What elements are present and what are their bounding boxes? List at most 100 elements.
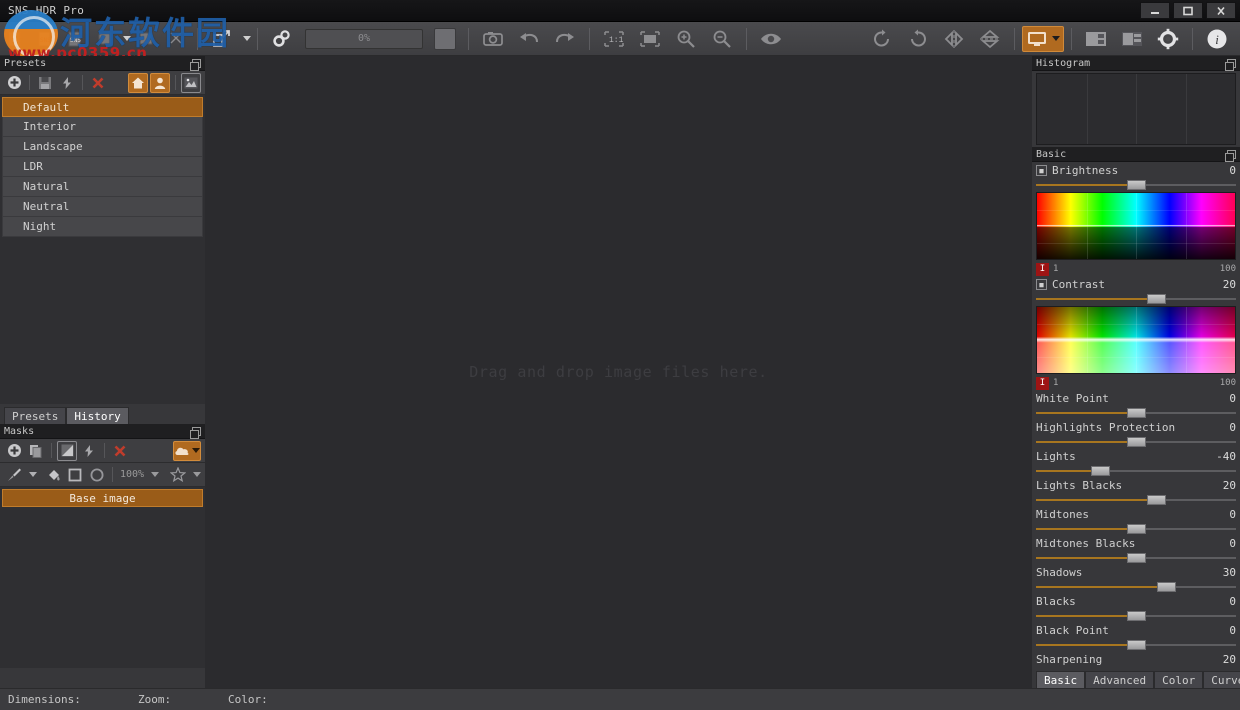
delete-preset-icon[interactable] xyxy=(88,73,108,93)
zoom-in-icon[interactable] xyxy=(669,26,703,52)
camera-icon[interactable] xyxy=(476,26,510,52)
tab-presets[interactable]: Presets xyxy=(4,407,67,424)
refresh-mask-icon[interactable] xyxy=(79,441,99,461)
white-point-slider[interactable] xyxy=(1036,407,1236,418)
brightness-slider-knob[interactable] xyxy=(1127,180,1146,190)
open-sns-icon[interactable]: SNS xyxy=(31,26,59,52)
star-icon[interactable] xyxy=(168,465,188,485)
highlights-protection-slider-knob[interactable] xyxy=(1127,437,1146,447)
image-canvas[interactable]: Drag and drop image files here. xyxy=(205,56,1032,688)
gear-icon[interactable] xyxy=(1151,26,1185,52)
mask-item-base-image[interactable]: Base image xyxy=(2,489,203,507)
save-sns-icon[interactable]: SNS xyxy=(61,26,89,52)
image-presets-icon[interactable] xyxy=(181,72,201,93)
lights-blacks-slider-knob[interactable] xyxy=(1147,495,1166,505)
rectangle-select-icon[interactable] xyxy=(65,465,85,485)
tab-history[interactable]: History xyxy=(66,407,129,424)
contrast-range-badge[interactable]: I xyxy=(1036,376,1049,390)
contrast-slider-knob[interactable] xyxy=(1147,294,1166,304)
invert-mask-icon[interactable] xyxy=(57,440,77,461)
brush-dropdown-icon[interactable] xyxy=(29,472,37,477)
highlights-protection-slider[interactable] xyxy=(1036,436,1236,447)
zoom-actual-icon[interactable]: 1:1 xyxy=(597,26,631,52)
white-point-slider-knob[interactable] xyxy=(1127,408,1146,418)
refresh-preset-icon[interactable] xyxy=(57,73,77,93)
rotate-ccw-icon[interactable] xyxy=(901,26,935,52)
blacks-slider[interactable] xyxy=(1036,610,1236,621)
add-preset-icon[interactable] xyxy=(4,73,24,93)
batch-dropdown-icon[interactable] xyxy=(123,36,131,41)
shadows-slider-knob[interactable] xyxy=(1157,582,1176,592)
undock-presets-icon[interactable] xyxy=(190,58,201,71)
user-presets-icon[interactable] xyxy=(150,72,170,93)
preset-item-natural[interactable]: Natural xyxy=(2,177,203,197)
layout-right-icon[interactable] xyxy=(1115,26,1149,52)
black-point-slider[interactable] xyxy=(1036,639,1236,650)
undo-icon[interactable] xyxy=(512,26,546,52)
midtones-blacks-slider-knob[interactable] xyxy=(1127,553,1146,563)
tab-advanced[interactable]: Advanced xyxy=(1085,671,1155,688)
open-file-icon[interactable]: 1.2 xyxy=(1,26,29,52)
preset-item-default[interactable]: Default xyxy=(2,97,203,117)
shadows-slider[interactable] xyxy=(1036,581,1236,592)
opacity-dropdown-icon[interactable] xyxy=(151,472,160,477)
mask-opacity-value[interactable]: 100% xyxy=(118,469,146,480)
settings-gears-icon[interactable] xyxy=(265,26,299,52)
ellipse-select-icon[interactable] xyxy=(87,465,107,485)
home-presets-icon[interactable] xyxy=(128,72,148,93)
lights-slider[interactable] xyxy=(1036,465,1236,476)
add-mask-icon[interactable] xyxy=(4,441,24,461)
lights-slider-knob[interactable] xyxy=(1091,466,1110,476)
export-dropdown-icon[interactable] xyxy=(243,36,251,41)
brush-icon[interactable] xyxy=(4,465,24,485)
cloud-dropdown-icon[interactable] xyxy=(192,448,200,453)
duplicate-mask-icon[interactable] xyxy=(26,441,46,461)
batch-icon[interactable] xyxy=(91,26,119,52)
reset-contrast-icon[interactable]: ■ xyxy=(1036,279,1047,290)
blacks-slider-knob[interactable] xyxy=(1127,611,1146,621)
undock-masks-icon[interactable] xyxy=(190,426,201,439)
display-mode-icon[interactable] xyxy=(1022,25,1064,52)
minimize-button[interactable] xyxy=(1140,2,1170,19)
midtones-blacks-slider[interactable] xyxy=(1036,552,1236,563)
align-icon[interactable] xyxy=(132,26,160,52)
star-dropdown-icon[interactable] xyxy=(193,472,201,477)
maximize-button[interactable] xyxy=(1173,2,1203,19)
export-icon[interactable] xyxy=(205,26,239,52)
tab-basic[interactable]: Basic xyxy=(1036,671,1086,688)
lights-blacks-slider[interactable] xyxy=(1036,494,1236,505)
stop-icon[interactable] xyxy=(434,27,456,50)
preset-item-neutral[interactable]: Neutral xyxy=(2,197,203,217)
rotate-cw-icon[interactable] xyxy=(865,26,899,52)
contrast-slider[interactable] xyxy=(1036,293,1236,304)
tab-curves[interactable]: Curves xyxy=(1203,671,1240,688)
cloud-mask-icon[interactable] xyxy=(173,440,201,461)
masks-list[interactable]: Base image xyxy=(0,487,205,663)
reset-brightness-icon[interactable]: ■ xyxy=(1036,165,1047,176)
black-point-slider-knob[interactable] xyxy=(1127,640,1146,650)
display-mode-dropdown-icon[interactable] xyxy=(1052,36,1060,41)
midtones-slider-knob[interactable] xyxy=(1127,524,1146,534)
preset-item-interior[interactable]: Interior xyxy=(2,117,203,137)
redo-icon[interactable] xyxy=(548,26,582,52)
flip-horizontal-icon[interactable] xyxy=(937,26,971,52)
fill-icon[interactable] xyxy=(43,465,63,485)
zoom-fit-icon[interactable] xyxy=(633,26,667,52)
flip-vertical-icon[interactable] xyxy=(973,26,1007,52)
preview-eye-icon[interactable] xyxy=(754,26,788,52)
zoom-out-icon[interactable] xyxy=(705,26,739,52)
preset-item-night[interactable]: Night xyxy=(2,217,203,237)
tab-color[interactable]: Color xyxy=(1154,671,1204,688)
undock-histogram-icon[interactable] xyxy=(1225,58,1236,71)
save-preset-icon[interactable] xyxy=(35,73,55,93)
brightness-slider[interactable] xyxy=(1036,179,1236,190)
preset-item-landscape[interactable]: Landscape xyxy=(2,137,203,157)
close-button[interactable] xyxy=(1206,2,1236,19)
layout-left-icon[interactable] xyxy=(1079,26,1113,52)
crop-icon[interactable] xyxy=(162,26,190,52)
preset-item-ldr[interactable]: LDR xyxy=(2,157,203,177)
delete-mask-icon[interactable] xyxy=(110,441,130,461)
brightness-range-badge[interactable]: I xyxy=(1036,262,1049,276)
midtones-slider[interactable] xyxy=(1036,523,1236,534)
info-icon[interactable]: i xyxy=(1200,26,1234,52)
